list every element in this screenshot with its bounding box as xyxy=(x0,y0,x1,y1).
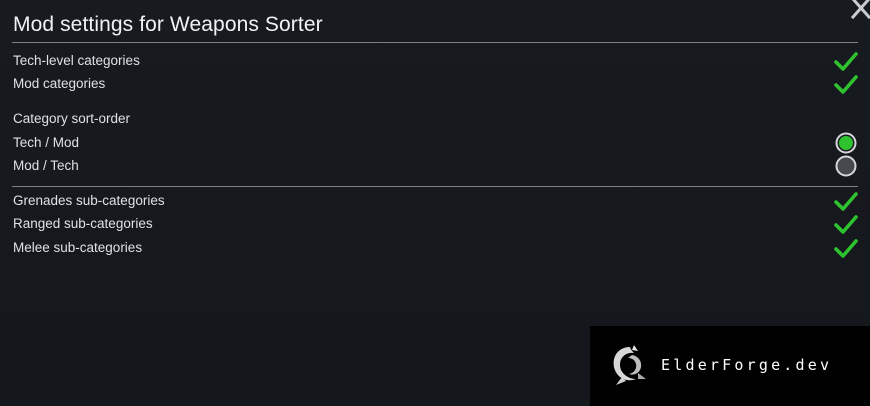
setting-row-melee-sub-categories: Melee sub-categories xyxy=(13,237,860,259)
sort-option-label: Mod / Tech xyxy=(13,158,79,173)
setting-row-grenades-sub-categories: Grenades sub-categories xyxy=(13,190,860,212)
setting-label: Tech-level categories xyxy=(13,53,140,68)
tech-mod-radio[interactable] xyxy=(835,132,857,154)
setting-row-tech-level-categories: Tech-level categories xyxy=(13,50,860,72)
checkmark-icon xyxy=(834,75,858,94)
close-button[interactable] xyxy=(848,0,870,20)
checkmark-icon xyxy=(834,52,858,71)
tech-level-categories-checkbox[interactable] xyxy=(833,51,859,73)
checkmark-icon xyxy=(834,239,858,258)
dragon-logo-icon xyxy=(613,345,646,385)
sort-order-heading: Category sort-order xyxy=(13,111,131,126)
radio-unselected-icon xyxy=(835,155,857,177)
ranged-sub-categories-checkbox[interactable] xyxy=(833,214,859,236)
setting-label: Mod categories xyxy=(13,76,106,91)
watermark-text: ElderForge.dev xyxy=(661,356,833,374)
checkmark-icon xyxy=(834,215,858,234)
sort-option-label: Tech / Mod xyxy=(13,135,80,150)
setting-row-mod-categories: Mod categories xyxy=(13,73,860,95)
grenades-sub-categories-checkbox[interactable] xyxy=(833,191,859,213)
radio-selected-icon xyxy=(835,132,857,154)
setting-label: Ranged sub-categories xyxy=(13,216,153,231)
close-icon xyxy=(850,0,870,20)
mod-settings-dialog: Mod settings for Weapons Sorter Tech-lev… xyxy=(0,0,870,406)
mod-tech-radio[interactable] xyxy=(835,155,857,177)
section-divider xyxy=(12,186,858,187)
setting-row-ranged-sub-categories: Ranged sub-categories xyxy=(13,213,860,235)
dialog-title: Mod settings for Weapons Sorter xyxy=(13,13,323,36)
setting-label: Grenades sub-categories xyxy=(13,193,165,208)
sort-option-mod-tech: Mod / Tech xyxy=(13,155,860,177)
checkmark-icon xyxy=(834,192,858,211)
title-divider xyxy=(12,42,858,43)
sort-option-tech-mod: Tech / Mod xyxy=(13,132,860,154)
setting-label: Melee sub-categories xyxy=(13,240,143,255)
mod-categories-checkbox[interactable] xyxy=(833,74,859,96)
watermark: ElderForge.dev xyxy=(590,326,870,406)
melee-sub-categories-checkbox[interactable] xyxy=(833,238,859,260)
